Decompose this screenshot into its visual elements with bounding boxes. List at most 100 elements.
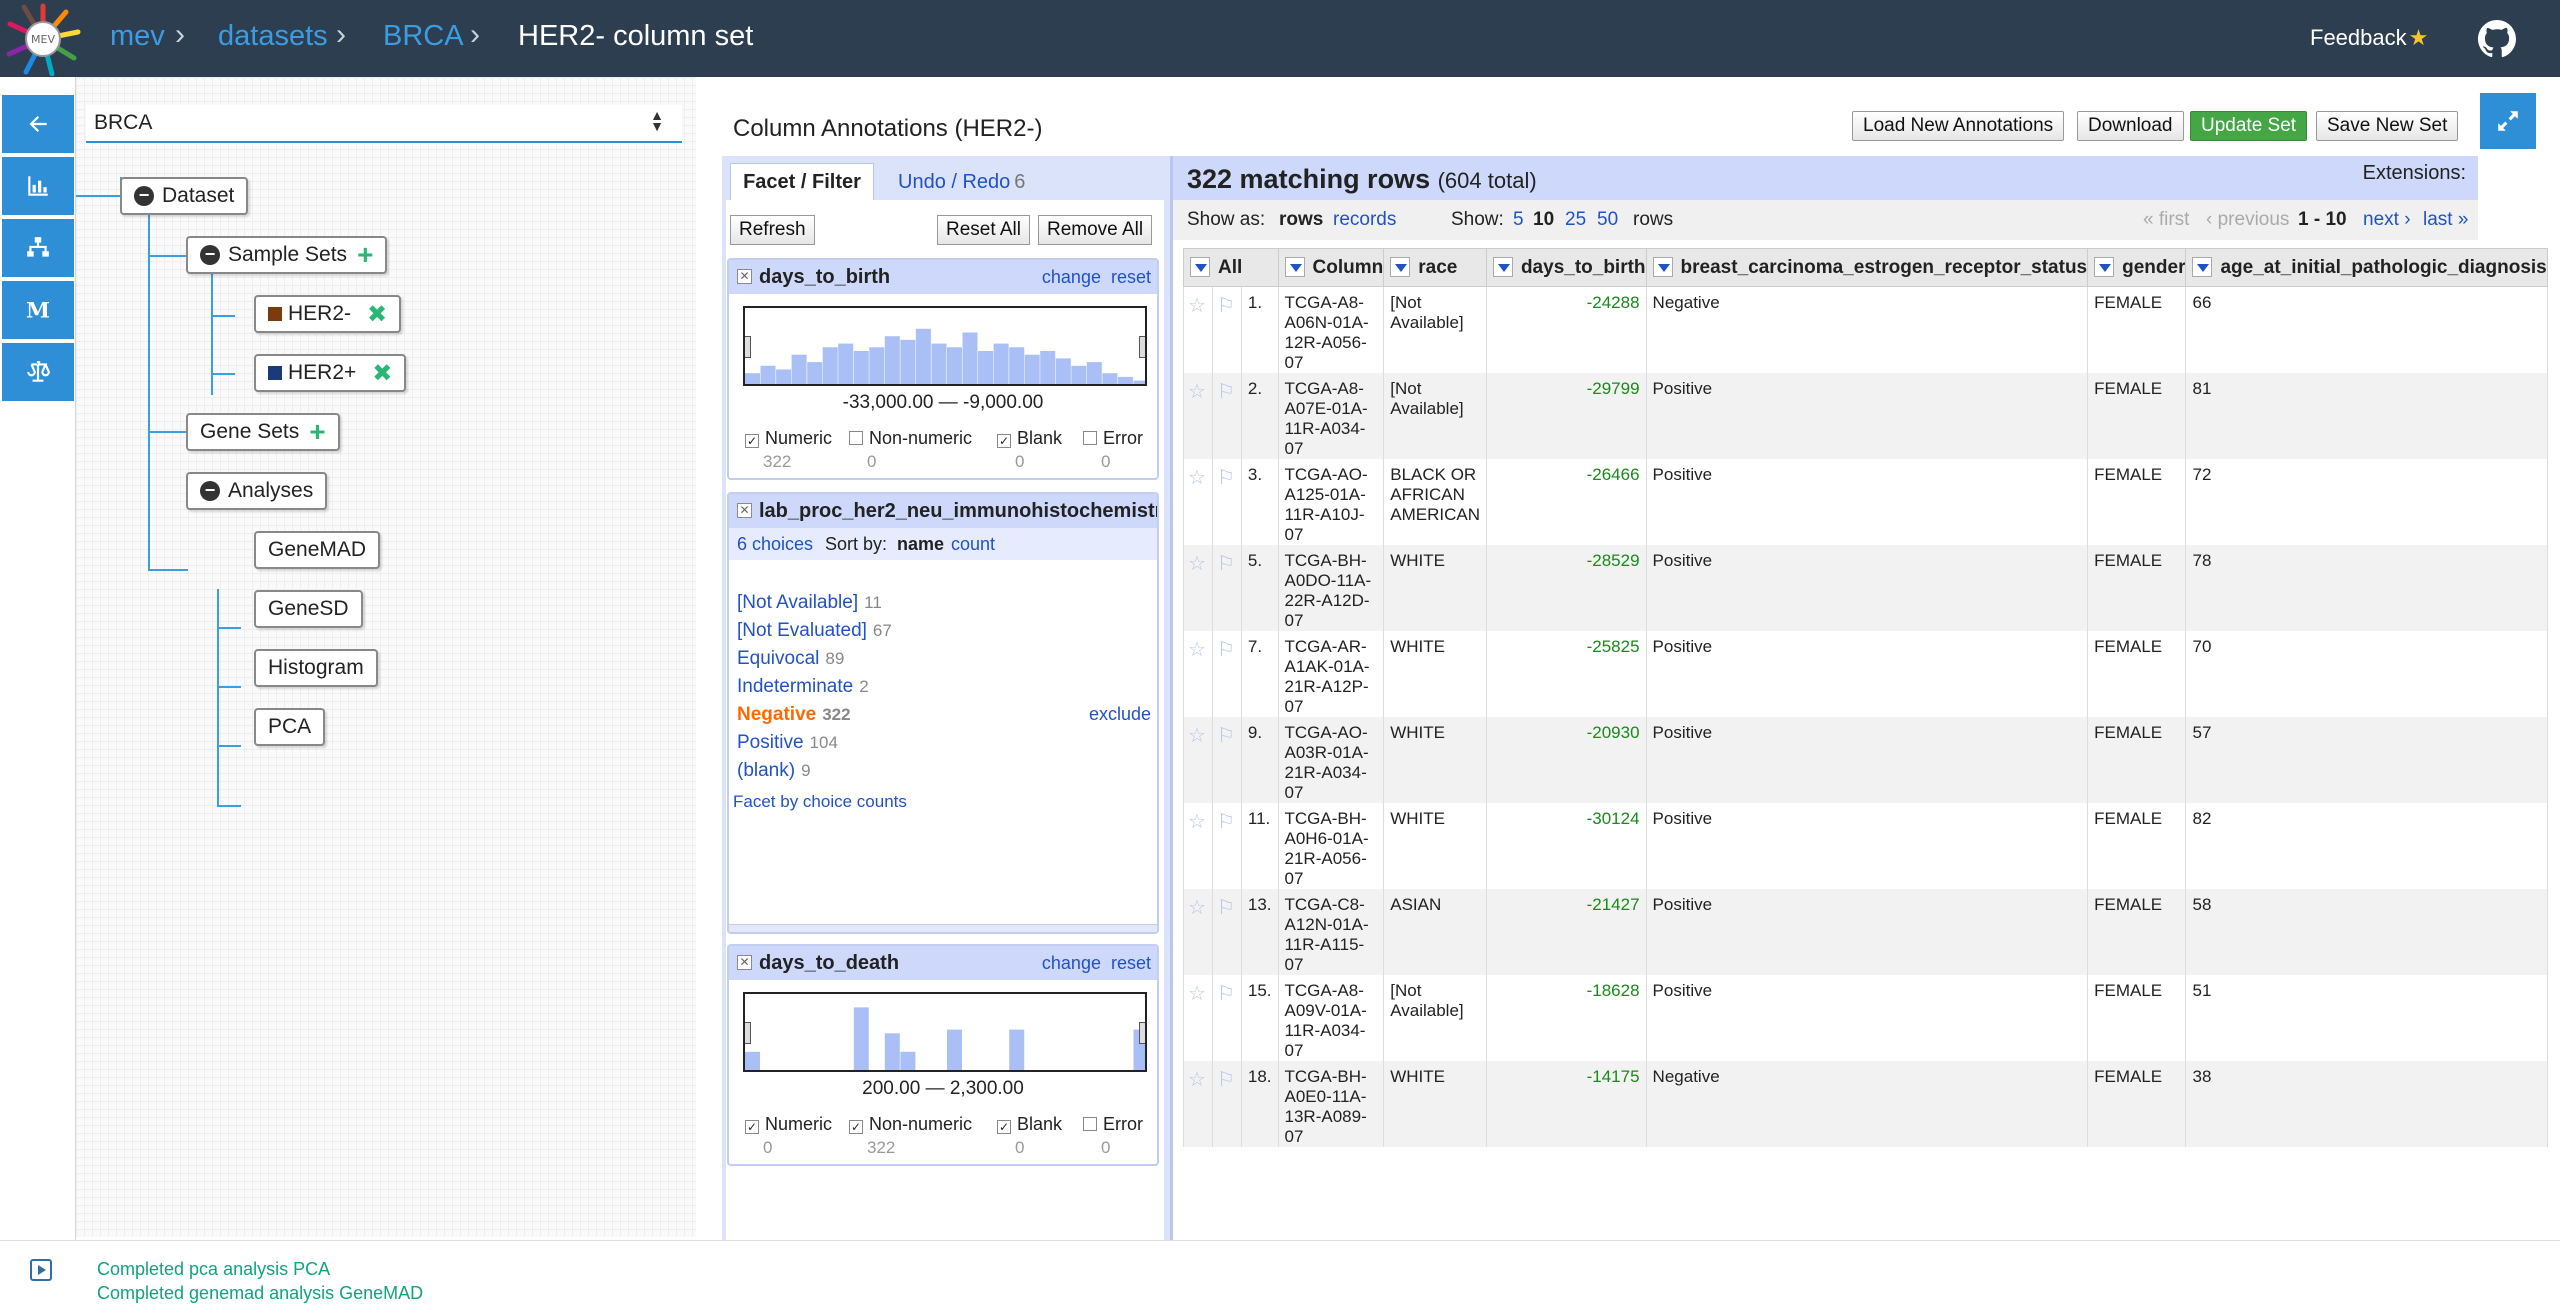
range-handle-max[interactable] [1139, 1022, 1145, 1044]
load-annotations-button[interactable]: Load New Annotations [1852, 111, 2065, 141]
remove-icon[interactable]: ✖ [367, 300, 387, 329]
table-cell[interactable]: 82 [2185, 803, 2548, 889]
dataset-select[interactable]: BRCA ▲ ▼ [86, 105, 682, 143]
dropdown-icon[interactable] [1492, 256, 1513, 277]
table-cell[interactable]: Positive [1645, 373, 2089, 459]
add-gene-set-icon[interactable]: + [309, 418, 325, 446]
close-icon[interactable]: ✕ [737, 269, 752, 284]
expand-button[interactable] [2480, 93, 2536, 149]
add-sample-set-icon[interactable]: + [357, 241, 373, 269]
star-icon[interactable]: ☆ [1183, 1061, 1213, 1147]
table-cell[interactable]: BLACK OR AFRICAN AMERICAN [1383, 459, 1487, 545]
error-checkbox[interactable]: Error 0 [1083, 1114, 1143, 1157]
close-icon[interactable]: ✕ [737, 503, 752, 518]
table-cell[interactable]: 57 [2185, 717, 2548, 803]
table-cell[interactable]: -26466 [1485, 459, 1647, 545]
analyses-button[interactable]: M [2, 281, 74, 339]
collapse-icon[interactable]: − [134, 186, 154, 206]
facet-choice[interactable]: (blank) 9 [737, 760, 811, 782]
table-cell[interactable]: FEMALE [2087, 545, 2187, 631]
flag-icon[interactable]: ⚐ [1211, 545, 1242, 631]
exclude-link[interactable]: exclude [1089, 704, 1151, 725]
table-cell[interactable]: Positive [1645, 545, 2089, 631]
tab-facet-filter[interactable]: Facet / Filter [730, 163, 874, 201]
star-icon[interactable]: ☆ [1183, 373, 1213, 459]
dropdown-icon[interactable] [1390, 256, 1411, 277]
mev-logo-icon[interactable]: MEV [4, 2, 82, 76]
column-header[interactable]: breast_carcinoma_estrogen_receptor_statu… [1645, 248, 2089, 287]
previous-page-link[interactable]: ‹ previous [2206, 209, 2289, 231]
table-cell[interactable]: FEMALE [2087, 717, 2187, 803]
table-cell[interactable]: -29799 [1485, 373, 1647, 459]
range-handle-min[interactable] [745, 336, 751, 358]
range-handle-min[interactable] [745, 1022, 751, 1044]
table-cell[interactable]: 78 [2185, 545, 2548, 631]
facet-choice[interactable]: Equivocal 89 [737, 648, 844, 670]
charts-button[interactable] [2, 157, 74, 215]
page-size-50[interactable]: 50 [1597, 209, 1618, 231]
table-cell[interactable]: TCGA-BH-A0E0-11A-13R-A089-07 [1277, 1061, 1385, 1147]
table-cell[interactable]: -14175 [1485, 1061, 1647, 1147]
table-cell[interactable]: Positive [1645, 631, 2089, 717]
dropdown-icon[interactable] [1284, 256, 1305, 277]
facet-choice[interactable]: [Not Evaluated] 67 [737, 620, 892, 642]
blank-checkbox[interactable]: ✓ Blank 0 [997, 1114, 1062, 1157]
facet-choice-selected[interactable]: Negative 322 [737, 704, 851, 726]
column-header-all[interactable]: All [1183, 248, 1279, 287]
refresh-button[interactable]: Refresh [730, 215, 815, 245]
table-cell[interactable]: -25825 [1485, 631, 1647, 717]
tree-node-gene-sets[interactable]: Gene Sets + [186, 413, 340, 451]
table-cell[interactable]: TCGA-AO-A03R-01A-21R-A034-07 [1277, 717, 1385, 803]
facet-choice[interactable]: Indeterminate 2 [737, 676, 869, 698]
facet-choice[interactable]: [Not Available] 11 [737, 592, 882, 614]
breadcrumb-brca[interactable]: BRCA [383, 20, 464, 53]
flag-icon[interactable]: ⚐ [1211, 631, 1242, 717]
table-cell[interactable]: 51 [2185, 975, 2548, 1061]
star-icon[interactable]: ☆ [1183, 803, 1213, 889]
table-cell[interactable]: Negative [1645, 1061, 2089, 1147]
page-size-5[interactable]: 5 [1513, 209, 1524, 231]
dropdown-icon[interactable] [2094, 256, 2115, 277]
collapse-icon[interactable]: − [200, 245, 220, 265]
flag-icon[interactable]: ⚐ [1211, 803, 1242, 889]
facet-choice[interactable]: Positive 104 [737, 732, 838, 754]
save-new-set-button[interactable]: Save New Set [2316, 111, 2459, 141]
tree-node-sample-sets[interactable]: − Sample Sets + [186, 236, 388, 274]
table-cell[interactable]: FEMALE [2087, 373, 2187, 459]
table-cell[interactable]: -28529 [1485, 545, 1647, 631]
flag-icon[interactable]: ⚐ [1211, 373, 1242, 459]
table-cell[interactable]: TCGA-A8-A06N-01A-12R-A056-07 [1277, 286, 1385, 373]
star-icon[interactable]: ☆ [1183, 889, 1213, 975]
change-link[interactable]: change [1042, 953, 1101, 973]
table-cell[interactable]: FEMALE [2087, 459, 2187, 545]
tree-node-analysis[interactable]: GeneSD [254, 590, 363, 628]
star-icon[interactable]: ☆ [1183, 717, 1213, 803]
nonnumeric-checkbox[interactable]: Non-numeric 0 [849, 428, 972, 471]
range-handle-max[interactable] [1139, 336, 1145, 358]
facet-by-counts-link[interactable]: Facet by choice counts [733, 792, 907, 812]
dropdown-icon[interactable] [2192, 256, 2213, 277]
flag-icon[interactable]: ⚐ [1211, 975, 1242, 1061]
tree-node-dataset[interactable]: − Dataset [120, 177, 249, 215]
column-header[interactable]: age_at_initial_pathologic_diagnosis [2185, 248, 2548, 287]
view-rows-link[interactable]: rows [1279, 209, 1323, 231]
download-button[interactable]: Download [2077, 111, 2184, 141]
next-page-link[interactable]: next › [2363, 209, 2411, 231]
table-cell[interactable]: FEMALE [2087, 631, 2187, 717]
table-cell[interactable]: 38 [2185, 1061, 2548, 1147]
column-header[interactable]: gender [2087, 248, 2187, 287]
remove-all-button[interactable]: Remove All [1038, 215, 1153, 245]
table-cell[interactable]: FEMALE [2087, 889, 2187, 975]
blank-checkbox[interactable]: ✓ Blank 0 [997, 428, 1062, 471]
reset-link[interactable]: reset [1111, 267, 1151, 287]
table-cell[interactable]: TCGA-A8-A09V-01A-11R-A034-07 [1277, 975, 1385, 1061]
star-icon[interactable]: ☆ [1183, 631, 1213, 717]
tree-node-analysis[interactable]: PCA [254, 708, 326, 746]
table-cell[interactable]: WHITE [1383, 631, 1487, 717]
sort-by-name[interactable]: name [897, 534, 944, 555]
feedback-link[interactable]: Feedback★ [2310, 25, 2428, 51]
table-cell[interactable]: 66 [2185, 286, 2548, 373]
remove-icon[interactable]: ✖ [372, 359, 392, 388]
table-cell[interactable]: -18628 [1485, 975, 1647, 1061]
star-icon[interactable]: ☆ [1183, 459, 1213, 545]
